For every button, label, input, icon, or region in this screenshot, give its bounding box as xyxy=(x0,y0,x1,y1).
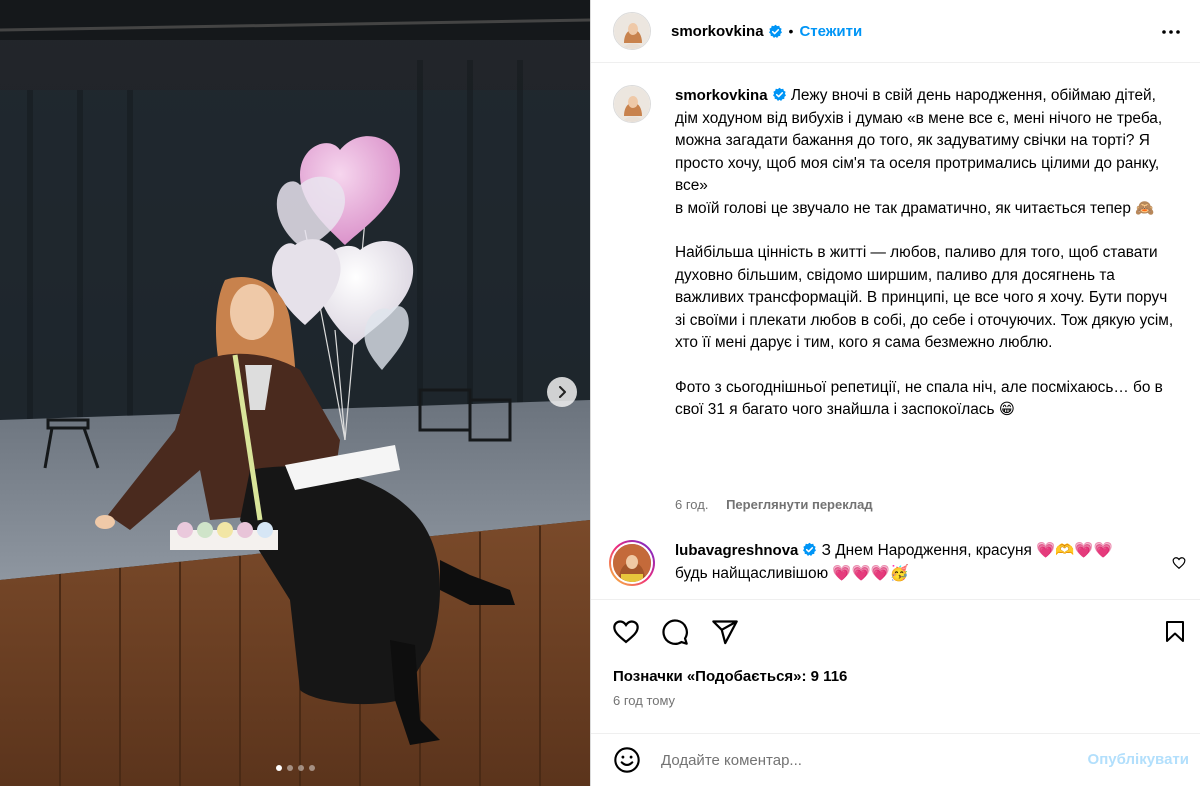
carousel-next-button[interactable] xyxy=(547,377,577,407)
avatar[interactable] xyxy=(613,85,651,123)
follow-button[interactable]: Стежити xyxy=(799,23,862,40)
publish-button[interactable]: Опублікувати xyxy=(1088,751,1189,768)
carousel-dot xyxy=(286,765,293,771)
caption-meta: 6 год. Переглянути переклад xyxy=(675,497,873,512)
post-media[interactable] xyxy=(0,0,590,786)
more-icon[interactable] xyxy=(1159,20,1183,44)
caption-paragraph: Фото з сьогоднішньої репетиції, не спала… xyxy=(675,378,1163,419)
post-panel: smorkovkina • Стежити smorkovkina Лежу в… xyxy=(590,0,1200,786)
chevron-right-icon xyxy=(559,386,566,398)
post-header: smorkovkina • Стежити xyxy=(591,0,1200,63)
comment-username[interactable]: lubavagreshnova xyxy=(675,542,798,559)
separator-dot: • xyxy=(788,23,794,39)
author-username[interactable]: smorkovkina xyxy=(671,23,764,40)
avatar-image xyxy=(613,544,651,582)
avatar[interactable] xyxy=(609,540,655,586)
caption-paragraph: Найбільша цінність в житті — любов, пали… xyxy=(675,244,1174,351)
avatar-image xyxy=(614,86,650,122)
heart-icon[interactable] xyxy=(611,618,641,646)
post-timestamp[interactable]: 6 год тому xyxy=(613,693,675,708)
share-icon[interactable] xyxy=(711,618,739,646)
caption-timestamp[interactable]: 6 год. xyxy=(675,497,708,512)
bookmark-icon[interactable] xyxy=(1163,618,1187,646)
comment-input[interactable] xyxy=(661,748,1041,772)
post-caption: smorkovkina Лежу вночі в свій день народ… xyxy=(613,85,1183,422)
carousel-dot xyxy=(308,765,315,771)
comment-icon[interactable] xyxy=(661,618,689,646)
emoji-icon[interactable] xyxy=(613,746,641,774)
comment-like-heart-icon[interactable] xyxy=(1172,556,1186,570)
caption-username[interactable]: smorkovkina xyxy=(675,87,768,104)
verified-icon xyxy=(803,542,817,556)
post-actions xyxy=(591,599,1200,659)
carousel-dot xyxy=(275,765,282,771)
comment-item: lubavagreshnova З Днем Народження, красу… xyxy=(609,540,1189,586)
carousel-indicator xyxy=(0,765,590,771)
post-photo xyxy=(0,0,590,786)
add-comment-bar: Опублікувати xyxy=(591,733,1200,786)
avatar-image xyxy=(614,13,650,49)
verified-icon xyxy=(768,24,782,38)
likes-count[interactable]: Позначки «Подобається»: 9 116 xyxy=(613,668,847,685)
comment-text: lubavagreshnova З Днем Народження, красу… xyxy=(675,540,1145,586)
see-translation-button[interactable]: Переглянути переклад xyxy=(726,497,873,512)
verified-icon xyxy=(772,87,786,101)
carousel-dot xyxy=(297,765,304,771)
avatar[interactable] xyxy=(613,12,651,50)
caption-line: в моїй голові це звучало не так драматич… xyxy=(675,199,1155,217)
caption-text: smorkovkina Лежу вночі в свій день народ… xyxy=(675,85,1175,422)
